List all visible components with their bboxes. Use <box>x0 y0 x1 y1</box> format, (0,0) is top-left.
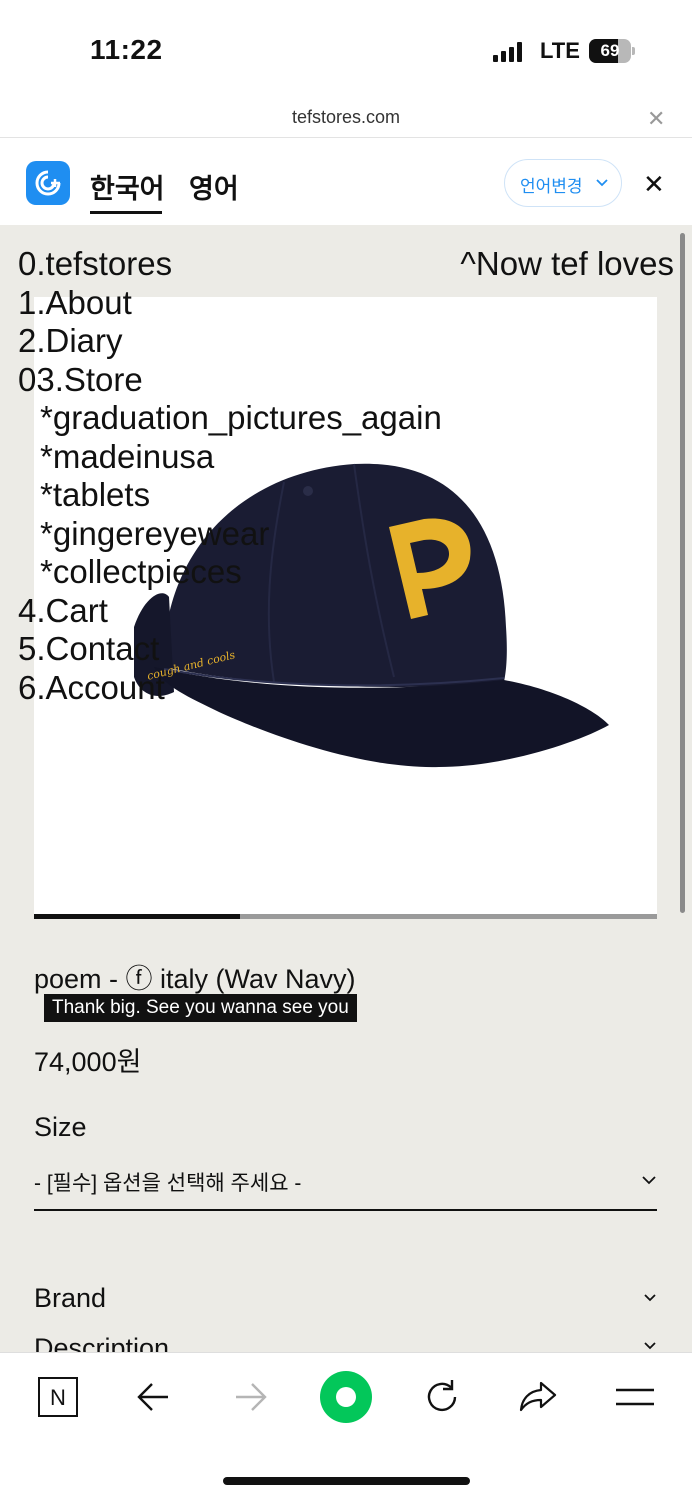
home-indicator <box>223 1477 470 1485</box>
nav-item-tefstores[interactable]: 0.tefstores <box>18 245 442 284</box>
scrollbar[interactable] <box>680 233 685 913</box>
nav-subitem-tablets[interactable]: *tablets <box>18 476 442 515</box>
menu-icon[interactable] <box>611 1373 659 1421</box>
change-language-label: 언어변경 <box>520 177 583 196</box>
size-select[interactable]: - [필수] 옵션을 선택해 주세요 - <box>34 1155 657 1211</box>
tab-active-indicator <box>90 211 162 214</box>
chevron-down-icon <box>644 1342 656 1350</box>
tab-korean[interactable]: 한국어 <box>90 167 165 206</box>
nav-subitem-graduation[interactable]: *graduation_pictures_again <box>18 399 442 438</box>
carousel-progress <box>34 914 657 919</box>
size-label: Size <box>34 1112 87 1142</box>
description-accordion-label: Description <box>34 1333 170 1352</box>
url-bar[interactable]: tefstores.com ✕ <box>0 100 692 138</box>
nav-item-contact[interactable]: 5.Contact <box>18 630 442 669</box>
description-accordion[interactable]: Description <box>34 1333 657 1352</box>
papago-icon[interactable] <box>26 161 70 205</box>
chevron-down-icon <box>644 1294 656 1302</box>
nav-item-store[interactable]: 03.Store <box>18 361 442 400</box>
share-icon[interactable] <box>514 1373 562 1421</box>
size-select-value: - [필수] 옵션을 선택해 주세요 - <box>34 1172 302 1195</box>
url-close-icon[interactable]: ✕ <box>647 106 665 132</box>
signal-icon <box>493 42 523 62</box>
translate-bar: 한국어 영어 언어변경 ✕ <box>0 139 692 225</box>
nav-item-diary[interactable]: 2.Diary <box>18 322 442 361</box>
carousel-progress-fill <box>34 914 240 919</box>
battery-icon: 69 <box>589 39 635 63</box>
chevron-down-icon <box>596 179 608 187</box>
refresh-icon[interactable] <box>418 1373 466 1421</box>
chevron-down-icon <box>642 1176 656 1185</box>
nav-item-account[interactable]: 6.Account <box>18 669 442 708</box>
nav-item-cart[interactable]: 4.Cart <box>18 592 442 631</box>
nav-item-about[interactable]: 1.About <box>18 284 442 323</box>
nav-subitem-gingereyewear[interactable]: *gingereyewear <box>18 515 442 554</box>
tab-english[interactable]: 영어 <box>189 167 239 206</box>
forward-arrow-icon[interactable] <box>226 1373 274 1421</box>
brand-accordion-label: Brand <box>34 1283 107 1313</box>
product-name: poem - ⓕ italy (Wav Navy) <box>34 964 356 994</box>
battery-level: 69 <box>600 41 620 60</box>
product-price: 74,000원 <box>34 1047 142 1077</box>
naver-green-dot-icon[interactable] <box>319 1370 373 1424</box>
clock: 11:22 <box>90 34 163 65</box>
nav-subitem-collectpieces[interactable]: *collectpieces <box>18 553 442 592</box>
url-text[interactable]: tefstores.com <box>0 107 692 128</box>
nav-subitem-madeinusa[interactable]: *madeinusa <box>18 438 442 477</box>
naver-label: N <box>50 1385 66 1410</box>
back-arrow-icon[interactable] <box>130 1373 178 1421</box>
change-language-button[interactable]: 언어변경 <box>504 159 622 207</box>
naver-home-icon[interactable]: N <box>34 1373 82 1421</box>
status-bar: 11:22 LTE 69 <box>0 0 692 100</box>
product-tagline: Thank big. See you wanna see you <box>44 994 357 1022</box>
network-type: LTE <box>540 38 580 63</box>
now-tef-loves-link[interactable]: ^Now tef loves <box>460 245 674 284</box>
close-translate-icon[interactable]: ✕ <box>643 169 665 200</box>
site-nav: 0.tefstores 1.About 2.Diary 03.Store *gr… <box>18 245 442 707</box>
browser-toolbar: N <box>0 1352 692 1500</box>
page-content: cough and cools P 0.tefstores 1.About 2.… <box>0 225 692 1352</box>
brand-accordion[interactable]: Brand <box>34 1283 657 1323</box>
